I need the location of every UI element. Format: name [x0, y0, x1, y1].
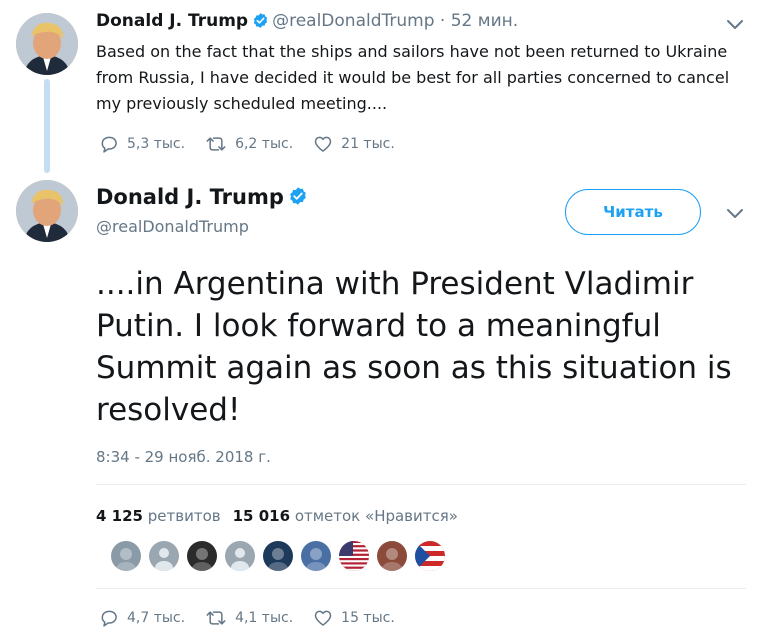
avatar-photo-5[interactable]: [263, 541, 293, 571]
default-avatar[interactable]: [149, 541, 179, 571]
more-options-chevron-icon[interactable]: [726, 205, 744, 224]
tweet-stats: 4 125 ретвитов 15 016 отметок «Нравится»: [96, 507, 458, 525]
avatar-photo-3[interactable]: [187, 541, 217, 571]
author-name[interactable]: Donald J. Trump: [96, 185, 284, 209]
author-avatar[interactable]: [16, 13, 78, 75]
retweet-total: 4 125: [96, 507, 143, 525]
reply-button[interactable]: 5,3 тыс.: [99, 134, 185, 154]
verified-badge-icon: [252, 12, 269, 34]
reply-button[interactable]: 4,7 тыс.: [99, 608, 185, 628]
like-label: отметок «Нравится»: [294, 507, 458, 525]
tweet-header: Donald J. Trump @realDonaldTrump · 52 мин…: [96, 11, 518, 34]
author-handle[interactable]: @realDonaldTrump: [272, 11, 434, 31]
retweet-icon: [206, 137, 226, 151]
author-name-row: Donald J. Trump: [96, 185, 311, 211]
reply-icon: [101, 136, 117, 153]
retweet-button[interactable]: 6,2 тыс.: [205, 134, 293, 154]
more-options-chevron-icon[interactable]: [726, 16, 744, 35]
tweet-actions: 4,7 тыс. 4,1 тыс. 15 тыс.: [99, 608, 415, 628]
flag-avatar[interactable]: [415, 541, 445, 571]
us-flag-avatar[interactable]: [339, 541, 369, 571]
tweet-date[interactable]: 8:34 - 29 нояб. 2018 г.: [96, 448, 271, 466]
tweet-text: ....in Argentina with President Vladimir…: [96, 266, 732, 428]
heart-icon: [314, 610, 332, 626]
retweet-count: 6,2 тыс.: [235, 136, 294, 152]
tweet-text: Based on the fact that the ships and sai…: [96, 42, 730, 113]
like-button[interactable]: 15 тыс.: [313, 608, 395, 628]
retweets-stat[interactable]: 4 125 ретвитов: [96, 507, 221, 525]
divider: [96, 588, 746, 589]
dot-separator: ·: [439, 11, 446, 31]
thread-connector-line: [44, 79, 50, 173]
follow-button[interactable]: Читать: [565, 189, 701, 235]
likes-stat[interactable]: 15 016 отметок «Нравится»: [233, 507, 458, 525]
divider: [96, 484, 746, 485]
reply-count: 4,7 тыс.: [127, 610, 186, 626]
avatar-photo-6[interactable]: [301, 541, 331, 571]
retweet-icon: [206, 611, 226, 625]
avatar-photo-1[interactable]: [111, 541, 141, 571]
like-count: 15 тыс.: [341, 610, 395, 626]
retweet-button[interactable]: 4,1 тыс.: [205, 608, 293, 628]
default-avatar[interactable]: [225, 541, 255, 571]
avatar-photo-8[interactable]: [377, 541, 407, 571]
author-name[interactable]: Donald J. Trump: [96, 11, 248, 31]
retweet-count: 4,1 тыс.: [235, 610, 294, 626]
like-button[interactable]: 21 тыс.: [313, 134, 395, 154]
tweet-actions: 5,3 тыс. 6,2 тыс. 21 тыс.: [99, 134, 415, 154]
tweet-timestamp[interactable]: 52 мин.: [451, 11, 518, 31]
like-count: 21 тыс.: [341, 136, 395, 152]
reply-count: 5,3 тыс.: [127, 136, 186, 152]
author-handle[interactable]: @realDonaldTrump: [96, 217, 249, 236]
liker-avatars: [111, 541, 453, 571]
like-total: 15 016: [232, 507, 291, 525]
retweet-label: ретвитов: [147, 507, 221, 525]
verified-badge-icon: [288, 186, 308, 211]
author-avatar[interactable]: [16, 180, 78, 242]
heart-icon: [314, 136, 332, 152]
reply-icon: [101, 610, 117, 627]
